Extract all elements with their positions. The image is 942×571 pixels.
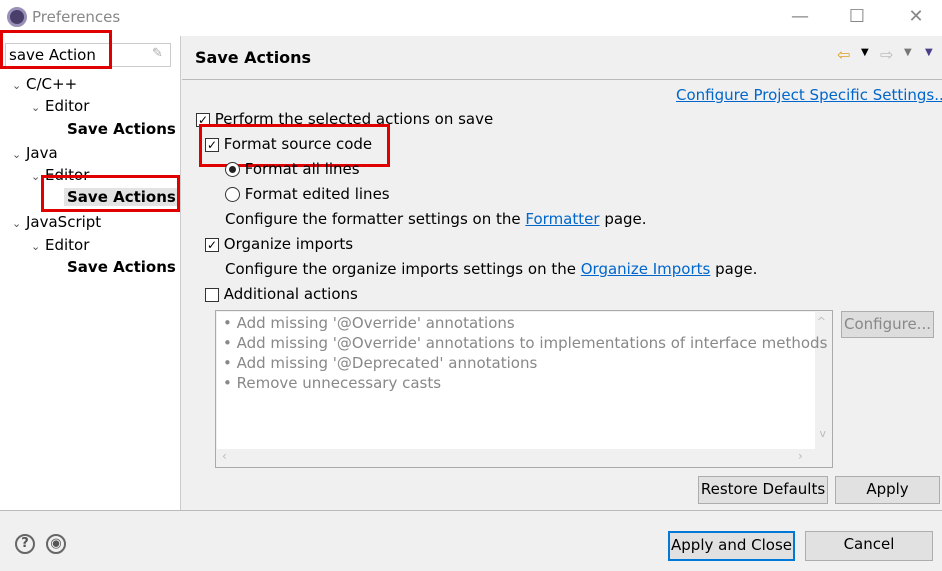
- radio-selected-icon: [225, 162, 240, 177]
- highlight-box-java-save-actions: [41, 175, 180, 212]
- chevron-down-icon: ⌄: [12, 148, 22, 161]
- checkbox-unchecked-icon: [205, 287, 219, 302]
- tree-item-cpp-save-actions[interactable]: Save Actions: [67, 120, 176, 138]
- organize-imports-info: Configure the organize imports settings …: [225, 260, 758, 278]
- clear-filter-icon[interactable]: ✎: [152, 46, 163, 61]
- tree-item-cpp-editor[interactable]: ⌄ Editor: [31, 97, 89, 115]
- minimize-button[interactable]: —: [785, 6, 815, 30]
- scroll-right-icon[interactable]: ›: [798, 449, 803, 463]
- footer-divider: [0, 510, 942, 511]
- chevron-down-icon: ⌄: [12, 217, 22, 230]
- back-arrow-icon[interactable]: ⇦: [837, 45, 850, 64]
- chevron-down-icon: ⌄: [31, 101, 41, 114]
- eclipse-app-icon: [7, 7, 27, 27]
- forward-arrow-icon[interactable]: ⇨: [880, 45, 893, 64]
- restore-defaults-button[interactable]: Restore Defaults: [698, 476, 828, 504]
- tree-item-javascript-save-actions[interactable]: Save Actions: [67, 258, 176, 276]
- organize-imports-checkbox[interactable]: ✓ Organize imports: [205, 235, 353, 253]
- page-title: Save Actions: [195, 48, 312, 67]
- scroll-up-icon[interactable]: ^: [817, 315, 826, 328]
- additional-actions-list[interactable]: • Add missing '@Override' annotations • …: [215, 310, 833, 468]
- checkbox-checked-icon: ✓: [205, 237, 219, 252]
- forward-menu-icon[interactable]: ▼: [904, 47, 912, 58]
- tree-item-javascript[interactable]: ⌄ JavaScript: [12, 213, 101, 231]
- list-item: • Add missing '@Deprecated' annotations: [223, 354, 538, 372]
- list-item: • Add missing '@Override' annotations: [223, 314, 515, 332]
- cancel-button[interactable]: Cancel: [805, 531, 933, 561]
- tree-item-java[interactable]: ⌄ Java: [12, 144, 58, 162]
- formatter-info: Configure the formatter settings on the …: [225, 210, 647, 228]
- import-export-icon[interactable]: ◉: [46, 534, 66, 554]
- format-edited-lines-radio[interactable]: Format edited lines: [225, 185, 390, 203]
- scroll-left-icon[interactable]: ‹: [222, 449, 227, 463]
- apply-and-close-button[interactable]: Apply and Close: [668, 531, 795, 561]
- chevron-down-icon: ⌄: [12, 79, 22, 92]
- maximize-button[interactable]: ☐: [842, 6, 872, 30]
- format-all-lines-radio[interactable]: Format all lines: [225, 160, 360, 178]
- formatter-link[interactable]: Formatter: [525, 210, 599, 228]
- list-item: • Add missing '@Override' annotations to…: [223, 334, 828, 352]
- list-item: • Remove unnecessary casts: [223, 374, 442, 392]
- configure-button[interactable]: Configure...: [841, 311, 934, 338]
- highlight-box-filter: [0, 30, 112, 69]
- chevron-down-icon: ⌄: [31, 240, 41, 253]
- window-title: Preferences: [32, 8, 121, 26]
- scroll-down-icon[interactable]: v: [819, 427, 826, 440]
- apply-button[interactable]: Apply: [835, 476, 940, 504]
- additional-actions-checkbox[interactable]: Additional actions: [205, 285, 358, 303]
- close-button[interactable]: ✕: [901, 6, 931, 30]
- tree-item-javascript-editor[interactable]: ⌄ Editor: [31, 236, 89, 254]
- radio-unselected-icon: [225, 187, 240, 202]
- organize-imports-link[interactable]: Organize Imports: [581, 260, 711, 278]
- tree-item-cpp[interactable]: ⌄ C/C++: [12, 75, 77, 93]
- back-menu-icon[interactable]: ▼: [861, 47, 869, 58]
- view-menu-icon[interactable]: ▼: [925, 47, 933, 58]
- chevron-down-icon: ⌄: [31, 170, 41, 183]
- configure-project-settings-link[interactable]: Configure Project Specific Settings...: [676, 86, 942, 104]
- help-icon[interactable]: ?: [15, 534, 35, 554]
